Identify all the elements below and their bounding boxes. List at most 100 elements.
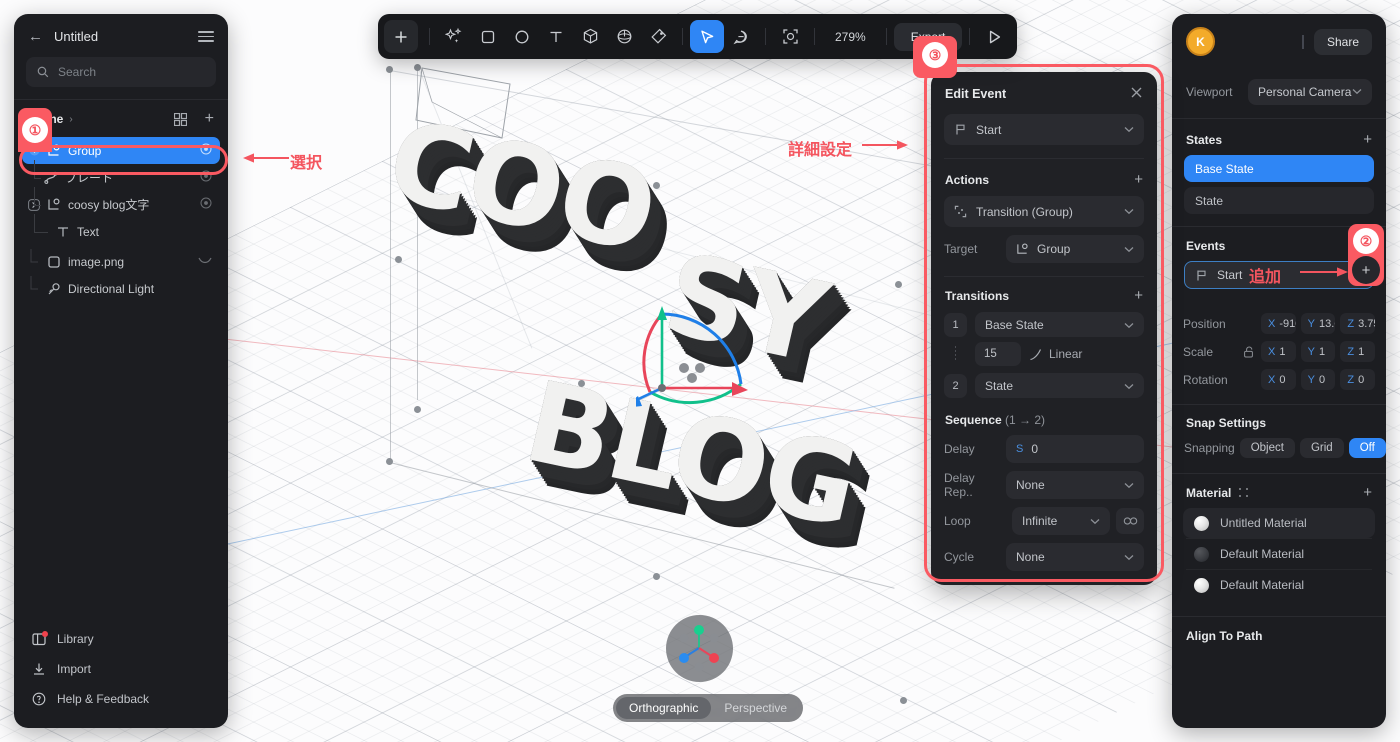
state-item-base[interactable]: Base State: [1184, 155, 1374, 182]
position-x-input[interactable]: X-910: [1261, 313, 1296, 334]
duration-input[interactable]: 15: [975, 342, 1021, 366]
cube-icon[interactable]: [573, 20, 607, 53]
avatar[interactable]: K: [1186, 27, 1215, 56]
app-root: COO SY BLOG COO SY BLOG Orthographic Per…: [0, 0, 1400, 742]
target-select[interactable]: Group: [1006, 235, 1144, 263]
events-add-button-highlighted[interactable]: +: [1352, 256, 1380, 284]
loop-select[interactable]: Infinite: [1012, 507, 1110, 535]
play-icon[interactable]: [977, 20, 1011, 53]
transform-gizmo[interactable]: [636, 292, 766, 422]
snap-option-object[interactable]: Object: [1239, 438, 1295, 458]
search-input[interactable]: Search: [26, 57, 216, 87]
step-number: 2: [944, 373, 967, 398]
add-action-button[interactable]: +: [1134, 172, 1143, 187]
drag-dots-icon[interactable]: [1238, 487, 1363, 498]
sidebar-item-label: coosy blog文字: [68, 198, 150, 212]
sidebar-item-text[interactable]: Text: [34, 214, 220, 245]
sidebar-item-help-feedback[interactable]: Help & Feedback: [22, 684, 220, 714]
position-z-input[interactable]: Z3.75: [1340, 313, 1376, 334]
viewport-camera-select[interactable]: Personal Camera: [1248, 79, 1372, 105]
add-material-button[interactable]: +: [1363, 485, 1372, 500]
collapse-icon[interactable]: [198, 255, 212, 269]
bbox-handle[interactable]: [386, 66, 393, 73]
divider: [969, 28, 971, 45]
scale-x-input[interactable]: X1: [1261, 341, 1296, 362]
transition-state-select[interactable]: State: [975, 373, 1144, 398]
divider: [944, 276, 1144, 277]
rotation-z-input[interactable]: Z0: [1340, 369, 1376, 390]
hamburger-icon[interactable]: [198, 31, 214, 42]
rotation-y-value: 0: [1319, 373, 1326, 386]
add-transition-button[interactable]: +: [1134, 288, 1143, 303]
sidebar-item-import[interactable]: Import: [22, 654, 220, 684]
rotation-y-input[interactable]: Y0: [1300, 369, 1336, 390]
transition-state-select[interactable]: Base State: [975, 312, 1144, 337]
sidebar-item-coosy-blog-text[interactable]: coosy blog文字: [28, 187, 220, 218]
project-title[interactable]: Untitled: [54, 29, 187, 44]
link-icon[interactable]: [1116, 508, 1144, 534]
bbox-handle[interactable]: [900, 697, 907, 704]
close-icon[interactable]: [1130, 86, 1143, 102]
material-item-default-1[interactable]: Default Material: [1183, 539, 1375, 569]
rotation-x-input[interactable]: X0: [1261, 369, 1296, 390]
frame-select-icon[interactable]: [773, 20, 807, 53]
action-type-select[interactable]: Transition (Group): [944, 196, 1144, 227]
divider: [682, 28, 683, 45]
flag-icon: [1197, 270, 1206, 280]
lock-open-icon[interactable]: [1243, 346, 1256, 358]
download-icon: [34, 663, 44, 675]
scale-y-input[interactable]: Y1: [1300, 341, 1336, 362]
sphere-icon[interactable]: [607, 20, 641, 53]
add-state-button[interactable]: +: [1363, 132, 1372, 147]
easing-select[interactable]: Linear: [1029, 347, 1082, 361]
projection-perspective[interactable]: Perspective: [711, 697, 800, 719]
eye-target-icon[interactable]: [200, 197, 212, 212]
snap-settings-header: Snap Settings: [1172, 416, 1386, 430]
sidebar-item-directional-light[interactable]: Directional Light: [22, 275, 220, 302]
share-button[interactable]: Share: [1313, 28, 1372, 55]
plus-icon[interactable]: +: [205, 111, 214, 127]
sidebar-item-plate[interactable]: プレート: [34, 160, 220, 191]
chevron-down-icon: [1124, 318, 1134, 332]
cursor-pointer-icon[interactable]: [690, 20, 724, 53]
zoom-level[interactable]: 279%: [822, 30, 879, 44]
sidebar-item-label: Help & Feedback: [57, 692, 150, 706]
chevron-down-icon: [1124, 242, 1134, 256]
state-item-state[interactable]: State: [1184, 187, 1374, 214]
delay-input[interactable]: S 0: [1006, 435, 1144, 463]
add-button[interactable]: [384, 20, 418, 53]
projection-toggle[interactable]: Orthographic Perspective: [613, 694, 804, 722]
chevron-right-icon[interactable]: ›: [69, 114, 72, 125]
ellipse-icon[interactable]: [505, 20, 539, 53]
cycle-select[interactable]: None: [1006, 543, 1144, 571]
snap-option-off[interactable]: Off: [1348, 438, 1386, 458]
action-target-row: Target Group: [931, 235, 1157, 263]
sidebar-item-library[interactable]: Library: [22, 624, 220, 654]
arrow-left-icon[interactable]: ←: [28, 28, 43, 45]
rectangle-icon[interactable]: [471, 20, 505, 53]
event-trigger-select[interactable]: Start: [944, 114, 1144, 145]
material-item-default-2[interactable]: Default Material: [1183, 570, 1375, 600]
divider: [814, 28, 815, 45]
sidebar-item-image-png[interactable]: image.png: [22, 248, 220, 275]
scale-z-input[interactable]: Z1: [1340, 341, 1376, 362]
action-type-label: Transition (Group): [976, 204, 1073, 219]
sequence-title: Sequence (1 → 2): [931, 413, 1157, 427]
snap-option-grid[interactable]: Grid: [1299, 438, 1344, 458]
position-y-input[interactable]: Y13.64: [1300, 313, 1336, 334]
projection-orthographic[interactable]: Orthographic: [616, 697, 712, 719]
eye-target-icon[interactable]: [200, 170, 212, 185]
library-icon: [32, 631, 48, 646]
text-tool-icon[interactable]: [539, 20, 573, 53]
eye-target-icon[interactable]: [200, 143, 212, 158]
delay-repeat-select[interactable]: None: [1006, 471, 1144, 499]
tag-icon[interactable]: [641, 20, 675, 53]
grid-icon[interactable]: [173, 112, 187, 126]
orientation-gizmo-icon[interactable]: [666, 615, 733, 682]
plus-icon: [395, 31, 407, 42]
rotation-x-value: 0: [1279, 373, 1286, 386]
magic-wand-icon[interactable]: [437, 20, 471, 53]
divider: [1172, 616, 1386, 617]
material-item-untitled[interactable]: Untitled Material: [1183, 508, 1375, 538]
comment-icon[interactable]: [724, 20, 758, 53]
